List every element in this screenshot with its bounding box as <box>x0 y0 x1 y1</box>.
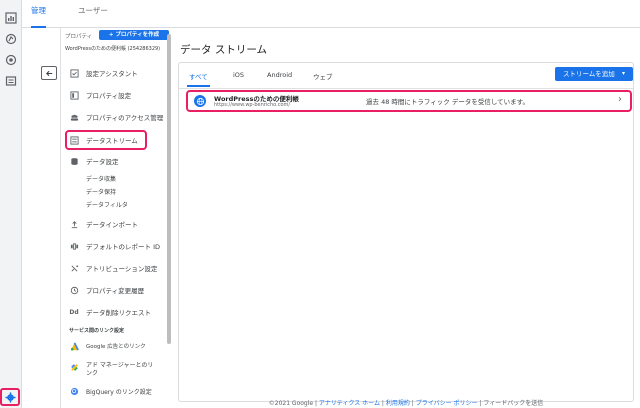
nav-label: 設定アシスタント <box>86 70 138 78</box>
nav-label: アトリビューション設定 <box>86 265 158 273</box>
top-bar: 管理 ユーザー <box>22 0 640 28</box>
nav-label: アド マネージャーとのリンク <box>86 362 154 377</box>
stream-row[interactable]: WordPressのための便利帳 https://www.wp-benricho… <box>186 90 632 112</box>
gear-icon <box>4 391 16 403</box>
upload-icon <box>69 219 79 229</box>
checkbox-icon <box>69 68 79 78</box>
footer-link-terms[interactable]: 利用規約 <box>386 400 410 407</box>
nav-sub-data-filters[interactable]: データフィルタ <box>86 200 128 209</box>
footer-link-privacy[interactable]: プライバシー ポリシー <box>416 400 478 407</box>
streams-card: すべて iOS Android ウェブ ストリームを追加 ▾ <box>178 62 634 402</box>
nav-label: プロパティ変更履歴 <box>86 287 145 295</box>
globe-icon <box>194 95 206 107</box>
nav-default-reporting-id[interactable]: デフォルトのレポート ID <box>69 241 160 251</box>
add-stream-button[interactable]: ストリームを追加 ▾ <box>555 67 633 81</box>
nav-attribution-settings[interactable]: アトリビューション設定 <box>69 263 157 273</box>
page-title: データ ストリーム <box>180 44 268 56</box>
nav-setup-assistant[interactable]: 設定アシスタント <box>69 68 138 78</box>
tab-users[interactable]: ユーザー <box>78 0 108 28</box>
nav-label: データストリーム <box>86 137 138 145</box>
footer: ©2021 Google | アナリティクス ホーム | 利用規約 | プライバ… <box>268 400 544 407</box>
database-icon <box>69 156 79 166</box>
nav-property-settings[interactable]: プロパティ設定 <box>69 90 131 100</box>
ad-manager-icon <box>69 362 79 372</box>
tab-all[interactable]: すべて <box>187 71 210 87</box>
stream-url: https://www.wp-benricho.com/ <box>214 102 291 108</box>
property-label: プロパティ <box>65 34 93 40</box>
nav-label: データ削除リクエスト <box>86 309 151 317</box>
data-streams-panel: データ ストリーム すべて iOS Android ウェブ ストリームを追加 ▾… <box>172 28 640 408</box>
settings-page-icon <box>69 90 79 100</box>
add-stream-label: ストリームを追加 <box>563 70 615 78</box>
configure-icon[interactable] <box>3 73 19 89</box>
nav-data-deletion-requests[interactable]: Dd データ削除リクエスト <box>69 307 151 318</box>
nav-sub-data-retention[interactable]: データ保持 <box>86 187 116 196</box>
nav-data-import[interactable]: データインポート <box>69 219 138 229</box>
nav-data-settings[interactable]: データ設定 <box>69 156 119 166</box>
explore-icon[interactable] <box>3 31 19 47</box>
property-nav: プロパティ + プロパティを作成 WordPressのための便利帳 (25428… <box>60 28 172 408</box>
caret-down-icon: ▾ <box>621 70 625 77</box>
admin-gear-highlight[interactable] <box>0 388 20 406</box>
dd-icon: Dd <box>69 308 79 316</box>
nav-sub-data-collection[interactable]: データ収集 <box>86 174 116 183</box>
nav-label: BigQuery のリンク設定 <box>86 388 152 396</box>
nav-property-access[interactable]: プロパティのアクセス管理 <box>69 112 163 122</box>
nav-data-streams[interactable]: データストリーム <box>69 135 138 145</box>
nav-bigquery-links[interactable]: BigQuery のリンク設定 <box>69 386 152 396</box>
create-property-button[interactable]: + プロパティを作成 <box>99 30 169 40</box>
tab-android[interactable]: Android <box>267 71 292 87</box>
nav-scrollbar[interactable] <box>167 34 171 344</box>
reporting-id-icon <box>69 241 79 251</box>
nav-label: デフォルトのレポート ID <box>86 243 160 251</box>
nav-ad-manager-links[interactable]: アド マネージャーとのリンク <box>69 362 156 378</box>
data-stream-icon <box>69 135 79 145</box>
nav-label: プロパティ設定 <box>86 92 132 100</box>
tab-ios[interactable]: iOS <box>233 71 244 87</box>
copyright-text: ©2021 Google | <box>268 400 319 407</box>
footer-feedback[interactable]: フィードバックを送信 <box>483 400 543 407</box>
advertising-icon[interactable] <box>3 52 19 68</box>
tab-web[interactable]: ウェブ <box>313 71 333 87</box>
nav-label: データ設定 <box>86 158 119 166</box>
chevron-right-icon: › <box>618 94 622 105</box>
tab-divider <box>179 88 633 89</box>
google-ads-icon <box>69 341 79 351</box>
admin-left-column: プロパティ + プロパティを作成 WordPressのための便利帳 (25428… <box>22 28 172 408</box>
arrow-left-icon <box>45 70 52 76</box>
back-column <box>22 28 60 408</box>
stream-status-message: 過去 48 時間にトラフィック データを受信しています。 <box>366 98 529 106</box>
attribution-icon <box>69 263 79 273</box>
left-rail <box>0 0 22 408</box>
nav-label: データインポート <box>86 221 138 229</box>
people-icon <box>69 112 79 122</box>
property-name: WordPressのための便利帳 (254286329) <box>65 46 161 52</box>
history-icon <box>69 285 79 295</box>
nav-google-ads-links[interactable]: Google 広告とのリンク <box>69 341 146 351</box>
tab-admin[interactable]: 管理 <box>31 0 46 28</box>
nav-label: プロパティのアクセス管理 <box>86 114 164 122</box>
product-links-section-label: サービス間のリンク設定 <box>69 328 125 334</box>
footer-link-analytics-home[interactable]: アナリティクス ホーム <box>319 400 380 407</box>
bigquery-icon <box>69 386 79 396</box>
nav-label: Google 広告とのリンク <box>86 344 146 350</box>
nav-change-history[interactable]: プロパティ変更履歴 <box>69 285 144 295</box>
reports-icon[interactable] <box>3 10 19 26</box>
back-button[interactable] <box>41 66 57 80</box>
